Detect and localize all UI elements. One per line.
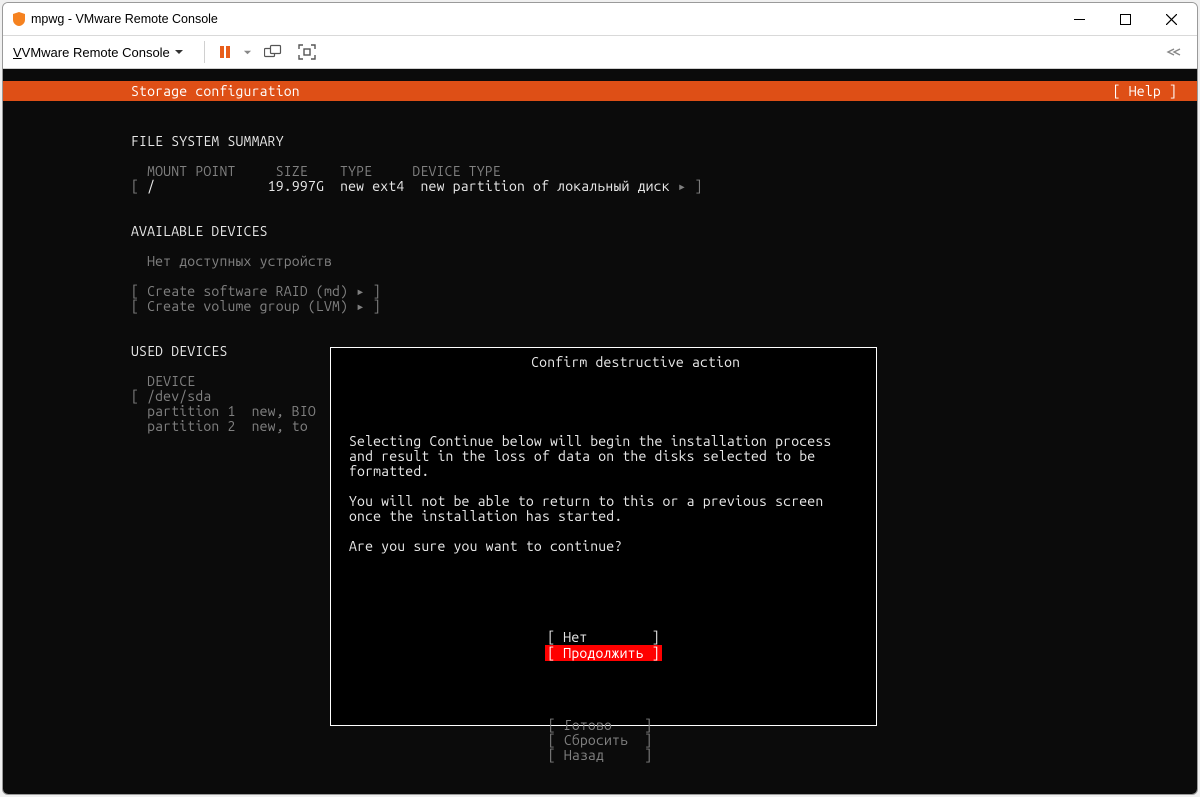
help-button[interactable]: [ Help ] [1113, 81, 1177, 101]
bottom-nav: [ Готово ] [ Сбросить ] [ Назад ] [3, 703, 1197, 778]
done-button[interactable]: [ Готово ] [548, 717, 653, 733]
toolbar-separator [204, 41, 205, 63]
titlebar: mpwg - VMware Remote Console [3, 3, 1197, 36]
continue-button[interactable]: [ Продолжить ] [545, 645, 662, 661]
console-menu-label: VMware Remote Console [22, 45, 170, 60]
window-controls [1057, 4, 1193, 34]
device-row[interactable]: [ /dev/sda [131, 388, 211, 404]
dialog-text-2: You will not be able to return to this o… [349, 493, 831, 524]
section-available: AVAILABLE DEVICES [131, 223, 268, 239]
installer-title: Storage configuration [23, 81, 300, 101]
device-column-header: DEVICE [131, 373, 195, 389]
dialog-text-1: Selecting Continue below will begin the … [349, 433, 839, 479]
minimize-button[interactable] [1057, 4, 1101, 34]
dialog-text-3: Are you sure you want to continue? [349, 538, 622, 554]
no-devices-text: Нет доступных устройств [131, 253, 332, 269]
back-button[interactable]: [ Назад ] [548, 747, 653, 763]
partition-1: partition 1 new, BIO [131, 403, 316, 419]
app-window: mpwg - VMware Remote Console VVMware Rem… [2, 2, 1198, 795]
create-raid-button[interactable]: [ Create software RAID (md) ▸ ] [131, 283, 381, 299]
fullscreen-icon[interactable] [294, 44, 320, 60]
window-title: mpwg - VMware Remote Console [27, 12, 1057, 26]
toolbar: VVMware Remote Console [3, 36, 1197, 69]
close-button[interactable] [1149, 4, 1193, 34]
reset-button[interactable]: [ Сбросить ] [548, 732, 653, 748]
dialog-title: Confirm destructive action [525, 354, 746, 370]
app-icon [11, 11, 27, 27]
create-lvm-button[interactable]: [ Create volume group (LVM) ▸ ] [131, 298, 381, 314]
send-cad-icon[interactable] [260, 44, 286, 60]
fs-row[interactable]: [ / 19.997G new ext4 new partition of ло… [131, 178, 703, 194]
confirm-dialog: Confirm destructive action Selecting Con… [330, 347, 877, 726]
maximize-button[interactable] [1103, 4, 1147, 34]
partition-2: partition 2 new, to [131, 418, 308, 434]
console-area[interactable]: Storage configuration [ Help ] FILE SYST… [3, 69, 1197, 794]
collapse-icon[interactable] [1161, 47, 1187, 57]
power-group[interactable] [213, 44, 252, 60]
fs-columns: MOUNT POINT SIZE TYPE DEVICE TYPE [131, 163, 501, 179]
pause-icon [213, 44, 237, 60]
no-button[interactable]: [ Нет ] [547, 629, 660, 645]
section-used: USED DEVICES [131, 343, 227, 359]
console-menu[interactable]: VVMware Remote Console [13, 45, 184, 60]
chevron-down-icon [174, 45, 184, 60]
installer-header: Storage configuration [ Help ] [3, 81, 1197, 101]
section-fs-summary: FILE SYSTEM SUMMARY [131, 133, 284, 149]
chevron-down-icon [243, 45, 252, 60]
